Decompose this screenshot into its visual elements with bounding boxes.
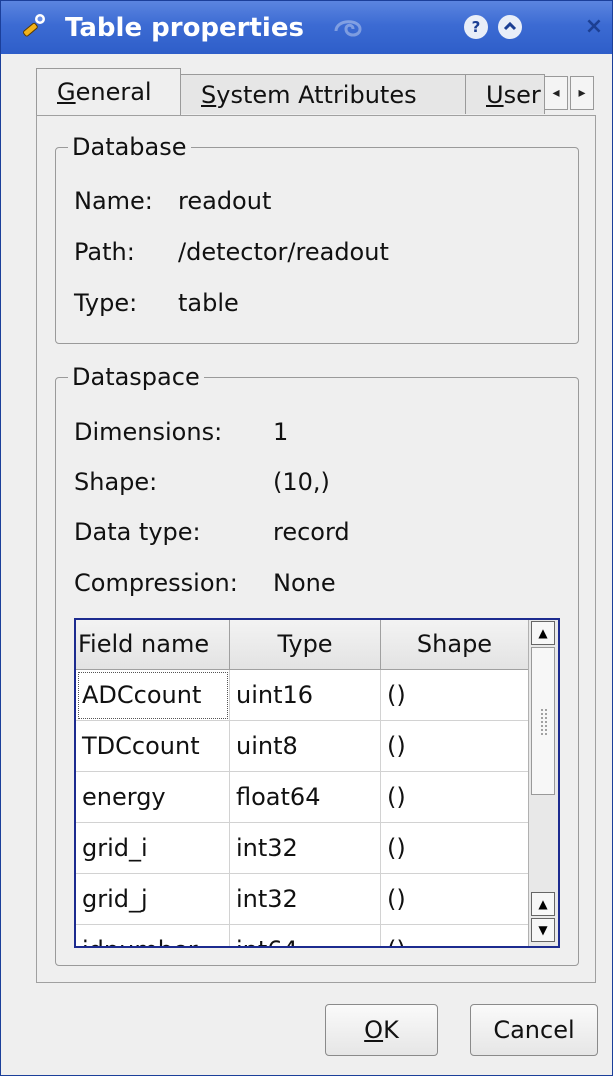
dimensions-value: 1 [273, 418, 289, 446]
compression-label: Compression: [74, 569, 238, 597]
scroll-thumb[interactable] [531, 647, 555, 795]
table-vertical-scrollbar[interactable]: ▲ ▲ ▼ [528, 620, 558, 946]
swirl-icon [334, 20, 362, 37]
database-group-title: Database [68, 131, 191, 163]
table-cell-shape[interactable]: () [381, 874, 529, 925]
table-cell-field[interactable]: grid_j [76, 874, 230, 925]
column-header-shape[interactable]: Shape [381, 620, 529, 670]
table-cell-field[interactable]: TDCcount [76, 721, 230, 772]
chevron-up-icon [503, 21, 517, 31]
name-value: readout [178, 187, 272, 215]
table-cell-type[interactable]: int64 [230, 925, 381, 946]
table-cell-field[interactable]: ADCcount [76, 670, 230, 721]
shape-value: (10,) [273, 468, 330, 496]
shade-button[interactable] [498, 15, 522, 39]
tab-scroll-right-button[interactable]: ▸ [570, 76, 594, 110]
table-cell-type[interactable]: int32 [230, 874, 381, 925]
name-label: Name: [74, 187, 153, 215]
tab-system-attributes-label: System Attributes [201, 81, 417, 109]
table-cell-type[interactable]: float64 [230, 772, 381, 823]
table-cell-type[interactable]: int32 [230, 823, 381, 874]
type-label: Type: [74, 289, 138, 317]
dimensions-label: Dimensions: [74, 418, 223, 446]
dataspace-group-title: Dataspace [68, 361, 204, 393]
type-value: table [178, 289, 239, 317]
table-cell-shape[interactable]: () [381, 670, 529, 721]
scroll-down-button[interactable]: ▼ [531, 918, 555, 942]
tab-user-label: User [486, 81, 541, 109]
column-header-type[interactable]: Type [230, 620, 381, 670]
tab-general-label: General [57, 78, 152, 106]
table-cell-field[interactable]: energy [76, 772, 230, 823]
title-bar[interactable]: Table properties ? × [1, 1, 612, 54]
help-button[interactable]: ? [464, 15, 488, 39]
shape-label: Shape: [74, 468, 158, 496]
table-cell-shape[interactable]: () [381, 925, 529, 946]
table-cell-shape[interactable]: () [381, 721, 529, 772]
table-cell-shape[interactable]: () [381, 772, 529, 823]
datatype-label: Data type: [74, 518, 201, 546]
path-value: /detector/readout [178, 238, 389, 266]
table-properties-dialog: Table properties ? × General System Attr… [0, 0, 613, 1076]
tab-user-attributes[interactable]: User [465, 74, 545, 114]
scroll-up-button[interactable]: ▲ [531, 621, 555, 645]
tab-bar: General System Attributes User ◂ ▸ [36, 68, 596, 118]
fields-table[interactable]: Field name Type Shape ADCcount uint16 ()… [74, 618, 560, 948]
cancel-button[interactable]: Cancel [470, 1004, 598, 1056]
window-title: Table properties [65, 13, 304, 43]
wand-icon [23, 14, 45, 37]
tab-general[interactable]: General [36, 68, 181, 115]
compression-value: None [273, 569, 336, 597]
scroll-up-button-lower[interactable]: ▲ [531, 892, 555, 916]
table-cell-shape[interactable]: () [381, 823, 529, 874]
table-cell-field[interactable]: idnumber [76, 925, 230, 946]
table-cell-type[interactable]: uint8 [230, 721, 381, 772]
tab-scroll-left-button[interactable]: ◂ [544, 76, 568, 110]
tab-system-attributes[interactable]: System Attributes [180, 74, 466, 114]
column-header-field-name[interactable]: Field name [76, 620, 230, 670]
datatype-value: record [273, 518, 350, 546]
ok-button[interactable]: OK [325, 1004, 438, 1056]
close-button[interactable]: × [581, 14, 607, 40]
grip-icon [540, 708, 548, 736]
path-label: Path: [74, 238, 135, 266]
table-cell-field[interactable]: grid_i [76, 823, 230, 874]
table-cell-type[interactable]: uint16 [230, 670, 381, 721]
